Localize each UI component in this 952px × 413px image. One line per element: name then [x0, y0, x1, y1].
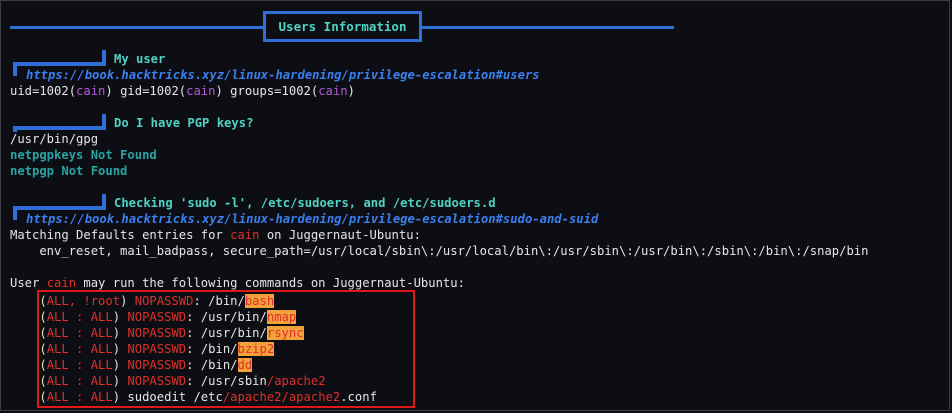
netpgpkeys-status: netpgpkeys Not Found: [10, 148, 157, 162]
gpg-path: /usr/bin/gpg: [10, 132, 99, 146]
my-user-link[interactable]: https://book.hacktricks.xyz/linux-harden…: [26, 67, 540, 83]
pgp-heading: Do I have PGP keys?: [114, 116, 254, 130]
env-defaults: env_reset, mail_badpass, secure_path=/us…: [10, 244, 869, 258]
sudo-link[interactable]: https://book.hacktricks.xyz/linux-harden…: [26, 211, 598, 227]
bracket-icon: [14, 126, 106, 130]
sudo-heading: Checking 'sudo -l', /etc/sudoers, and /e…: [114, 196, 496, 210]
may-run-line: User cain may run the following commands…: [10, 276, 465, 290]
bracket-icon: [13, 206, 17, 220]
matching-defaults: Matching Defaults entries for cain on Ju…: [10, 228, 421, 242]
header-rule-left: [10, 26, 263, 29]
bracket-icon: [14, 62, 106, 66]
header-rule-right: [422, 26, 674, 29]
section-title: Users Information: [263, 11, 422, 42]
bracket-icon: [13, 62, 17, 76]
highlight-box: [37, 290, 415, 408]
netpgp-status: netpgp Not Found: [10, 164, 128, 178]
my-user-heading: My user: [114, 52, 166, 66]
id-output: uid=1002(cain) gid=1002(cain) groups=100…: [10, 84, 355, 98]
bracket-icon: [14, 206, 106, 210]
